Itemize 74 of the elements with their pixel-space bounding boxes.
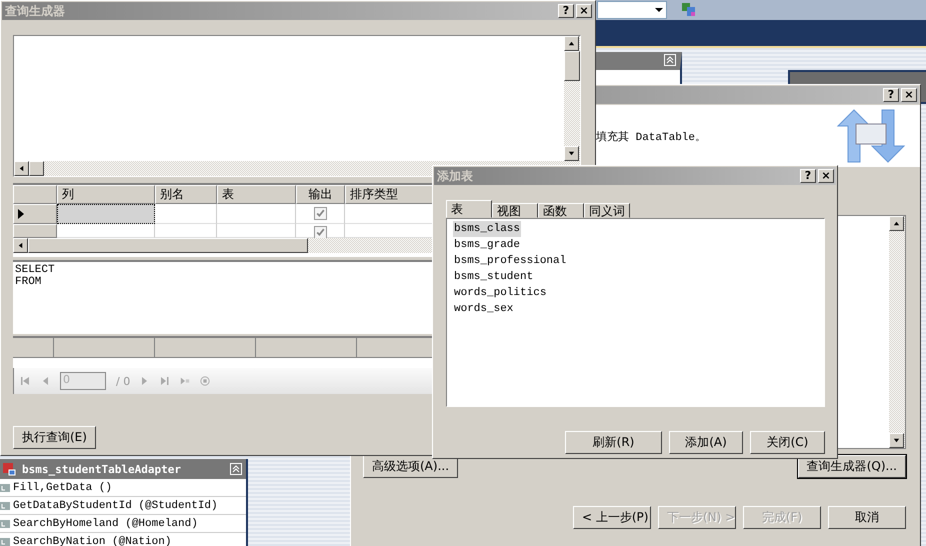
scrollbar[interactable] — [564, 36, 580, 161]
scroll-down-button[interactable] — [564, 146, 579, 161]
column-header[interactable] — [155, 338, 256, 358]
row-header[interactable] — [13, 204, 57, 224]
column-header[interactable] — [13, 338, 54, 358]
new-record-icon[interactable] — [180, 376, 190, 386]
grid-cell[interactable] — [155, 204, 217, 224]
adapter-title: bsms_studentTableAdapter — [22, 462, 182, 476]
scrollbar[interactable] — [889, 216, 905, 448]
sql-line: SELECT — [15, 264, 55, 276]
query-method[interactable]: GetDataByStudentId (@StudentId) — [13, 500, 218, 512]
last-record-icon[interactable] — [160, 376, 170, 386]
scroll-left-button[interactable] — [14, 161, 29, 176]
column-header[interactable] — [256, 338, 357, 358]
column-header[interactable]: 别名 — [155, 185, 217, 204]
query-method[interactable]: SearchByNation (@Nation) — [13, 536, 172, 546]
dialog-button[interactable]: 添加(A) — [669, 431, 743, 454]
tab[interactable]: 视图 — [492, 203, 538, 218]
layout-icon[interactable] — [681, 2, 697, 18]
table-adapter-icon — [2, 462, 16, 476]
title-bar-button[interactable]: ? — [800, 169, 816, 183]
scroll-up-button[interactable] — [564, 36, 579, 51]
triangle-up-icon — [568, 40, 575, 47]
output-checkbox[interactable] — [314, 207, 326, 220]
scroll-down-button[interactable] — [889, 433, 904, 448]
window-title: 添加表 — [437, 168, 473, 184]
scroll-thumb[interactable] — [564, 51, 580, 81]
wizard-nav-button[interactable]: 取消 — [828, 506, 906, 529]
wizard-description: 填充其 DataTable。 — [596, 130, 706, 144]
sql-line: FROM — [15, 276, 42, 288]
scroll-thumb[interactable] — [29, 161, 44, 176]
triangle-down-icon — [893, 437, 900, 444]
data-transfer-icon — [836, 108, 906, 164]
tab[interactable]: 函数 — [538, 203, 584, 218]
dialog-button[interactable]: 刷新(R) — [565, 431, 662, 454]
table-list-item[interactable]: words_sex — [453, 301, 514, 317]
first-record-icon[interactable] — [20, 376, 30, 386]
tab[interactable]: 表 — [446, 200, 492, 218]
collapse-icon[interactable] — [664, 54, 676, 66]
record-total: / 0 — [116, 374, 130, 388]
triangle-left-icon — [18, 165, 25, 172]
triangle-up-icon — [893, 220, 900, 227]
triangle-left-icon — [17, 242, 24, 249]
grid-cell[interactable] — [57, 204, 155, 224]
scroll-thumb[interactable] — [28, 238, 308, 253]
stop-icon[interactable] — [200, 376, 210, 386]
query-method[interactable]: SearchByHomeland (@Homeland) — [13, 518, 198, 530]
advanced-options-button[interactable]: 高级选项(A)... — [363, 455, 458, 478]
triangle-down-icon — [568, 150, 575, 157]
column-header[interactable]: 列 — [57, 185, 155, 204]
collapse-icon[interactable] — [230, 463, 242, 475]
grid-cell[interactable] — [217, 204, 296, 224]
table-list-item[interactable]: bsms_student — [453, 269, 534, 285]
dropdown-arrow-icon — [655, 8, 663, 12]
scroll-left-button[interactable] — [13, 238, 28, 253]
wizard-nav-button[interactable]: < 上一步(P) — [573, 506, 651, 529]
output-checkbox[interactable] — [314, 226, 326, 239]
column-header[interactable]: 表 — [217, 185, 296, 204]
title-bar-button[interactable]: × — [818, 169, 834, 183]
column-header[interactable] — [54, 338, 155, 358]
window-title: 查询生成器 — [5, 2, 65, 20]
dialog-button[interactable]: 关闭(C) — [750, 431, 825, 454]
current-row-icon — [18, 209, 24, 219]
query-builder-button[interactable]: 查询生成器(Q)... — [798, 455, 906, 478]
scroll-up-button[interactable] — [889, 216, 904, 231]
column-header[interactable]: 输出 — [296, 185, 345, 204]
table-list-item[interactable]: words_politics — [453, 285, 548, 301]
execute-query-button[interactable]: 执行查询(E) — [13, 426, 96, 449]
table-list-item[interactable]: bsms_grade — [453, 237, 522, 253]
grid-cell[interactable] — [296, 204, 345, 224]
query-method[interactable]: Fill,GetData () — [13, 482, 112, 494]
toolbar-dropdown[interactable] — [597, 1, 667, 19]
table-list-item[interactable]: bsms_class — [453, 221, 522, 237]
tab[interactable]: 同义词 — [584, 203, 630, 218]
